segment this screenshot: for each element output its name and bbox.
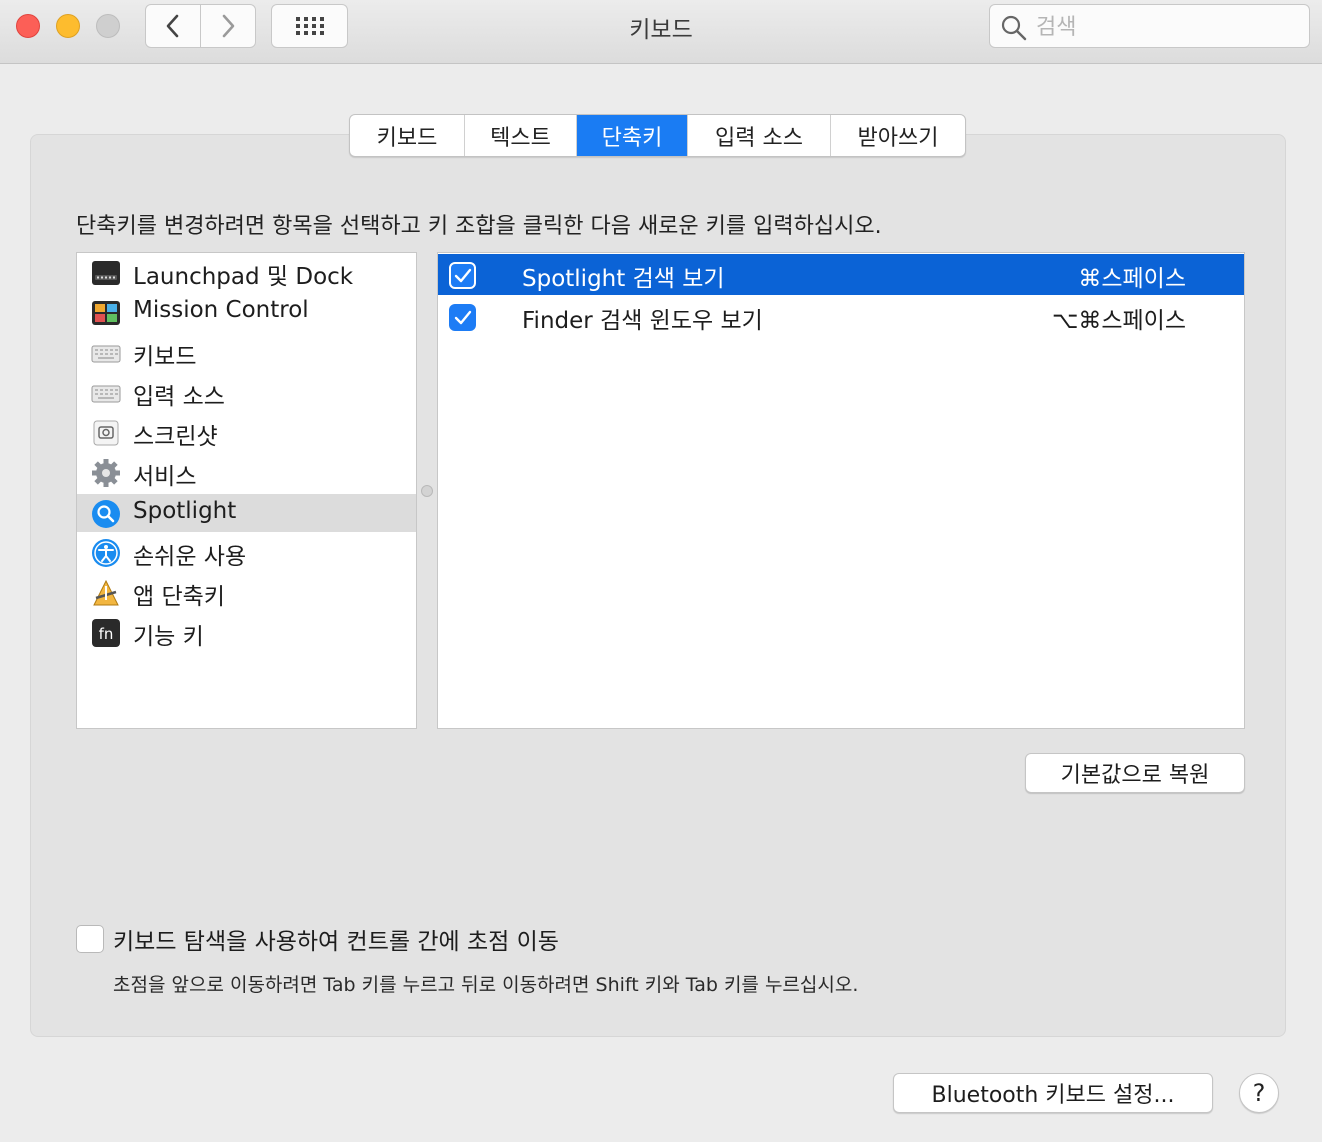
help-button[interactable]: ?: [1239, 1073, 1279, 1113]
search-input[interactable]: [1034, 11, 1298, 43]
search-icon: [1001, 15, 1027, 41]
category-function-keys[interactable]: fn 기능 키: [77, 613, 416, 651]
shortcut-list: Spotlight 검색 보기 ⌘스페이스 Finder 검색 윈도우 보기 ⌥…: [437, 252, 1245, 729]
keyboard-navigation-hint: 초점을 앞으로 이동하려면 Tab 키를 누르고 뒤로 이동하려면 Shift …: [113, 974, 859, 996]
category-app-shortcuts[interactable]: 앱 단축키: [77, 573, 416, 611]
tab-shortcuts[interactable]: 단축키: [577, 115, 688, 156]
category-label: Spotlight: [133, 498, 237, 524]
launchpad-dock-icon: [92, 261, 120, 285]
mission-control-icon: [92, 301, 120, 325]
gear-icon: [92, 459, 120, 487]
svg-text:fn: fn: [99, 625, 114, 643]
screenshot-icon: [93, 420, 119, 446]
tab-keyboard[interactable]: 키보드: [350, 115, 465, 156]
shortcut-keys[interactable]: ⌥⌘스페이스: [1052, 301, 1186, 335]
keyboard-icon: [91, 385, 121, 403]
category-input-sources[interactable]: 입력 소스: [77, 373, 416, 411]
tab-input-sources[interactable]: 입력 소스: [688, 115, 831, 156]
category-label: 스크린샷: [133, 424, 218, 450]
bluetooth-keyboard-setup-button[interactable]: Bluetooth 키보드 설정...: [893, 1073, 1213, 1113]
category-label: 서비스: [133, 464, 197, 490]
keyboard-navigation-checkbox[interactable]: [76, 925, 104, 953]
category-spotlight[interactable]: Spotlight: [77, 494, 416, 532]
shortcut-keys[interactable]: ⌘스페이스: [1078, 259, 1186, 293]
category-label: Launchpad 및 Dock: [133, 264, 354, 290]
keyboard-icon: [91, 345, 121, 363]
app-shortcuts-icon: [93, 579, 119, 606]
tab-bar: 키보드 텍스트 단축키 입력 소스 받아쓰기: [349, 114, 966, 157]
shortcut-row[interactable]: Spotlight 검색 보기 ⌘스페이스: [438, 254, 1244, 295]
checkmark-icon: [454, 268, 471, 282]
category-accessibility[interactable]: 손쉬운 사용: [77, 533, 416, 571]
category-label: 손쉬운 사용: [133, 544, 247, 570]
fn-key-icon: fn: [92, 619, 120, 647]
shortcut-checkbox[interactable]: [449, 304, 476, 331]
category-label: 기능 키: [133, 624, 204, 650]
category-label: Mission Control: [133, 297, 309, 323]
category-list: Launchpad 및 Dock Mission Control 키보드 입력 …: [76, 252, 417, 729]
category-services[interactable]: 서비스: [77, 453, 416, 491]
category-launchpad-dock[interactable]: Launchpad 및 Dock: [77, 253, 416, 291]
shortcut-name: Finder 검색 윈도우 보기: [522, 308, 763, 334]
category-label: 입력 소스: [133, 384, 225, 410]
restore-defaults-button[interactable]: 기본값으로 복원: [1025, 753, 1245, 793]
splitter-handle[interactable]: [421, 485, 433, 497]
spotlight-icon: [92, 500, 120, 528]
category-mission-control[interactable]: Mission Control: [77, 293, 416, 331]
shortcut-checkbox[interactable]: [449, 262, 476, 289]
instruction-text: 단축키를 변경하려면 항목을 선택하고 키 조합을 클릭한 다음 새로운 키를 …: [76, 214, 882, 239]
category-label: 앱 단축키: [133, 584, 225, 610]
category-screenshot[interactable]: 스크린샷: [77, 413, 416, 451]
category-keyboard[interactable]: 키보드: [77, 333, 416, 371]
tab-text[interactable]: 텍스트: [465, 115, 577, 156]
search-field[interactable]: [989, 4, 1310, 48]
keyboard-navigation-label[interactable]: 키보드 탐색을 사용하여 컨트롤 간에 초점 이동: [113, 922, 559, 956]
shortcut-row[interactable]: Finder 검색 윈도우 보기 ⌥⌘스페이스: [438, 296, 1244, 337]
accessibility-icon: [92, 539, 120, 567]
category-label: 키보드: [133, 344, 197, 370]
tab-dictation[interactable]: 받아쓰기: [831, 115, 965, 156]
checkmark-icon: [454, 310, 471, 324]
title-bar: 키보드: [0, 0, 1322, 64]
shortcut-name: Spotlight 검색 보기: [522, 266, 725, 292]
